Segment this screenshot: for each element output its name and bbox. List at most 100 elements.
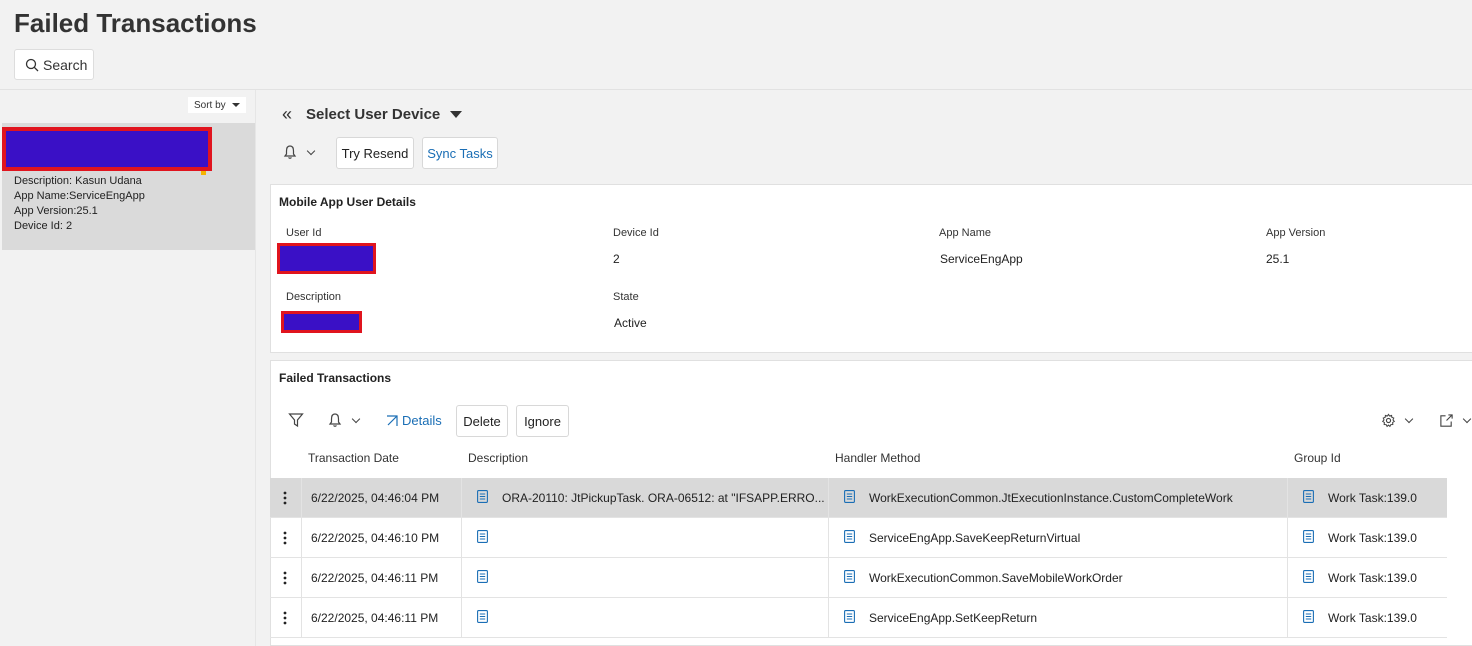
device-selector: « Select User Device: [282, 104, 463, 125]
status-indicator: [201, 171, 206, 175]
card-device-id-value: 2: [65, 220, 73, 232]
chevron-down-icon: [1462, 414, 1472, 424]
document-icon[interactable]: [844, 570, 855, 586]
caret-down-icon: [231, 103, 240, 107]
row-menu-icon[interactable]: [280, 531, 290, 545]
notifications-dropdown[interactable]: [282, 144, 316, 160]
sort-by-dropdown[interactable]: Sort by: [188, 97, 246, 113]
column-header-handler-method[interactable]: Handler Method: [835, 451, 920, 465]
cell-group-id: Work Task:139.0: [1287, 598, 1447, 638]
user-id-label: User Id: [286, 227, 322, 239]
device-list-panel: Sort by Description: Kasun Udana App Nam…: [2, 90, 255, 646]
bell-icon: [283, 145, 297, 159]
transaction-date: 6/22/2025, 04:46:10 PM: [311, 531, 440, 545]
document-icon[interactable]: [477, 570, 488, 586]
cell-description: [461, 598, 828, 638]
cell-handler-method: WorkExecutionCommon.JtExecutionInstance.…: [828, 478, 1287, 518]
page-title: Failed Transactions: [14, 8, 257, 38]
delete-button[interactable]: Delete: [456, 405, 508, 437]
table-settings-dropdown[interactable]: [1381, 413, 1414, 428]
row-menu-icon[interactable]: [280, 571, 290, 585]
card-app-version-label: App Version:: [14, 205, 77, 217]
ignore-button[interactable]: Ignore: [516, 405, 569, 437]
row-menu-icon[interactable]: [280, 491, 290, 505]
document-icon[interactable]: [477, 530, 488, 546]
cell-transaction-date: 6/22/2025, 04:46:11 PM: [301, 598, 461, 638]
selector-caret-icon[interactable]: [450, 111, 463, 118]
table-row[interactable]: 6/22/2025, 04:46:04 PM ORA-20110: JtPicku…: [270, 478, 1447, 518]
panel-divider: [255, 90, 256, 646]
handler-method: ServiceEngApp.SetKeepReturn: [869, 611, 1038, 625]
cell-group-id: Work Task:139.0: [1287, 478, 1447, 518]
document-icon[interactable]: [844, 490, 855, 506]
document-icon[interactable]: [477, 610, 488, 626]
table-notifications-dropdown[interactable]: [327, 412, 361, 428]
column-header-description[interactable]: Description: [468, 451, 528, 465]
row-menu-icon[interactable]: [280, 611, 290, 625]
search-icon: [25, 58, 39, 71]
column-header-transaction-date[interactable]: Transaction Date: [308, 451, 399, 465]
device-card[interactable]: Description: Kasun Udana App Name:Servic…: [2, 123, 255, 250]
group-id: Work Task:139.0: [1328, 571, 1417, 585]
column-header-group-id[interactable]: Group Id: [1294, 451, 1341, 465]
export-icon: [1440, 414, 1453, 427]
device-id-label: Device Id: [613, 227, 659, 239]
transaction-date: 6/22/2025, 04:46:11 PM: [311, 611, 439, 625]
handler-method: WorkExecutionCommon.SaveMobileWorkOrder: [869, 571, 1123, 585]
card-description-value: Kasun Udana: [75, 175, 142, 187]
details-label: Details: [402, 413, 442, 428]
cell-handler-method: WorkExecutionCommon.SaveMobileWorkOrder: [828, 558, 1287, 598]
cell-handler-method: ServiceEngApp.SetKeepReturn: [828, 598, 1287, 638]
state-label: State: [613, 291, 639, 303]
document-icon[interactable]: [1303, 530, 1314, 546]
redacted-user-id: [2, 127, 212, 171]
app-name-value: ServiceEngApp: [940, 252, 1023, 266]
user-details-panel: Mobile App User Details: [270, 184, 1472, 353]
cell-group-id: Work Task:139.0: [1287, 558, 1447, 598]
table-row[interactable]: 6/22/2025, 04:46:10 PM ServiceEngApp.Save…: [270, 518, 1447, 558]
cell-description: [461, 518, 828, 558]
transaction-date: 6/22/2025, 04:46:11 PM: [311, 571, 439, 585]
group-id: Work Task:139.0: [1328, 611, 1417, 625]
card-app-name-value: ServiceEngApp: [69, 190, 145, 202]
selector-title[interactable]: Select User Device: [306, 106, 440, 123]
search-button[interactable]: Search: [14, 49, 94, 80]
cell-transaction-date: 6/22/2025, 04:46:04 PM: [301, 478, 461, 518]
search-label: Search: [43, 56, 88, 73]
document-icon[interactable]: [1303, 570, 1314, 586]
cell-transaction-date: 6/22/2025, 04:46:11 PM: [301, 558, 461, 598]
redacted-user-id-value: [277, 243, 376, 274]
cell-description: ORA-20110: JtPickupTask. ORA-06512: at "…: [461, 478, 828, 518]
state-value: Active: [614, 316, 647, 330]
app-name-label: App Name: [939, 227, 991, 239]
document-icon[interactable]: [477, 490, 488, 506]
chevron-down-icon: [306, 146, 316, 155]
document-icon[interactable]: [844, 530, 855, 546]
chevron-down-icon: [1404, 414, 1414, 424]
app-version-label: App Version: [1266, 227, 1326, 239]
cell-group-id: Work Task:139.0: [1287, 518, 1447, 558]
document-icon[interactable]: [844, 610, 855, 626]
description-label: Description: [286, 291, 342, 303]
user-details-title: Mobile App User Details: [279, 195, 416, 209]
filter-icon[interactable]: [288, 412, 304, 428]
bell-icon: [328, 413, 342, 427]
document-icon[interactable]: [1303, 610, 1314, 626]
details-link[interactable]: Details: [385, 413, 442, 428]
document-icon[interactable]: [1303, 490, 1314, 506]
card-app-name-label: App Name:: [14, 190, 70, 202]
transaction-description: ORA-20110: JtPickupTask. ORA-06512: at "…: [502, 491, 825, 505]
failed-transactions-title: Failed Transactions: [279, 371, 392, 385]
open-details-icon: [387, 414, 398, 426]
handler-method: ServiceEngApp.SaveKeepReturnVirtual: [869, 531, 1081, 545]
export-dropdown[interactable]: [1439, 413, 1472, 428]
cell-description: [461, 558, 828, 598]
sort-by-label: Sort by: [194, 99, 226, 111]
redacted-description-value: [281, 311, 362, 333]
try-resend-button[interactable]: Try Resend: [336, 137, 414, 169]
collapse-panel-icon[interactable]: «: [282, 104, 292, 125]
sync-tasks-button[interactable]: Sync Tasks: [422, 137, 498, 169]
table-row[interactable]: 6/22/2025, 04:46:11 PM WorkExecutionCommo…: [270, 558, 1447, 598]
table-row[interactable]: 6/22/2025, 04:46:11 PM ServiceEngApp.SetK…: [270, 598, 1447, 638]
transaction-date: 6/22/2025, 04:46:04 PM: [311, 491, 440, 505]
